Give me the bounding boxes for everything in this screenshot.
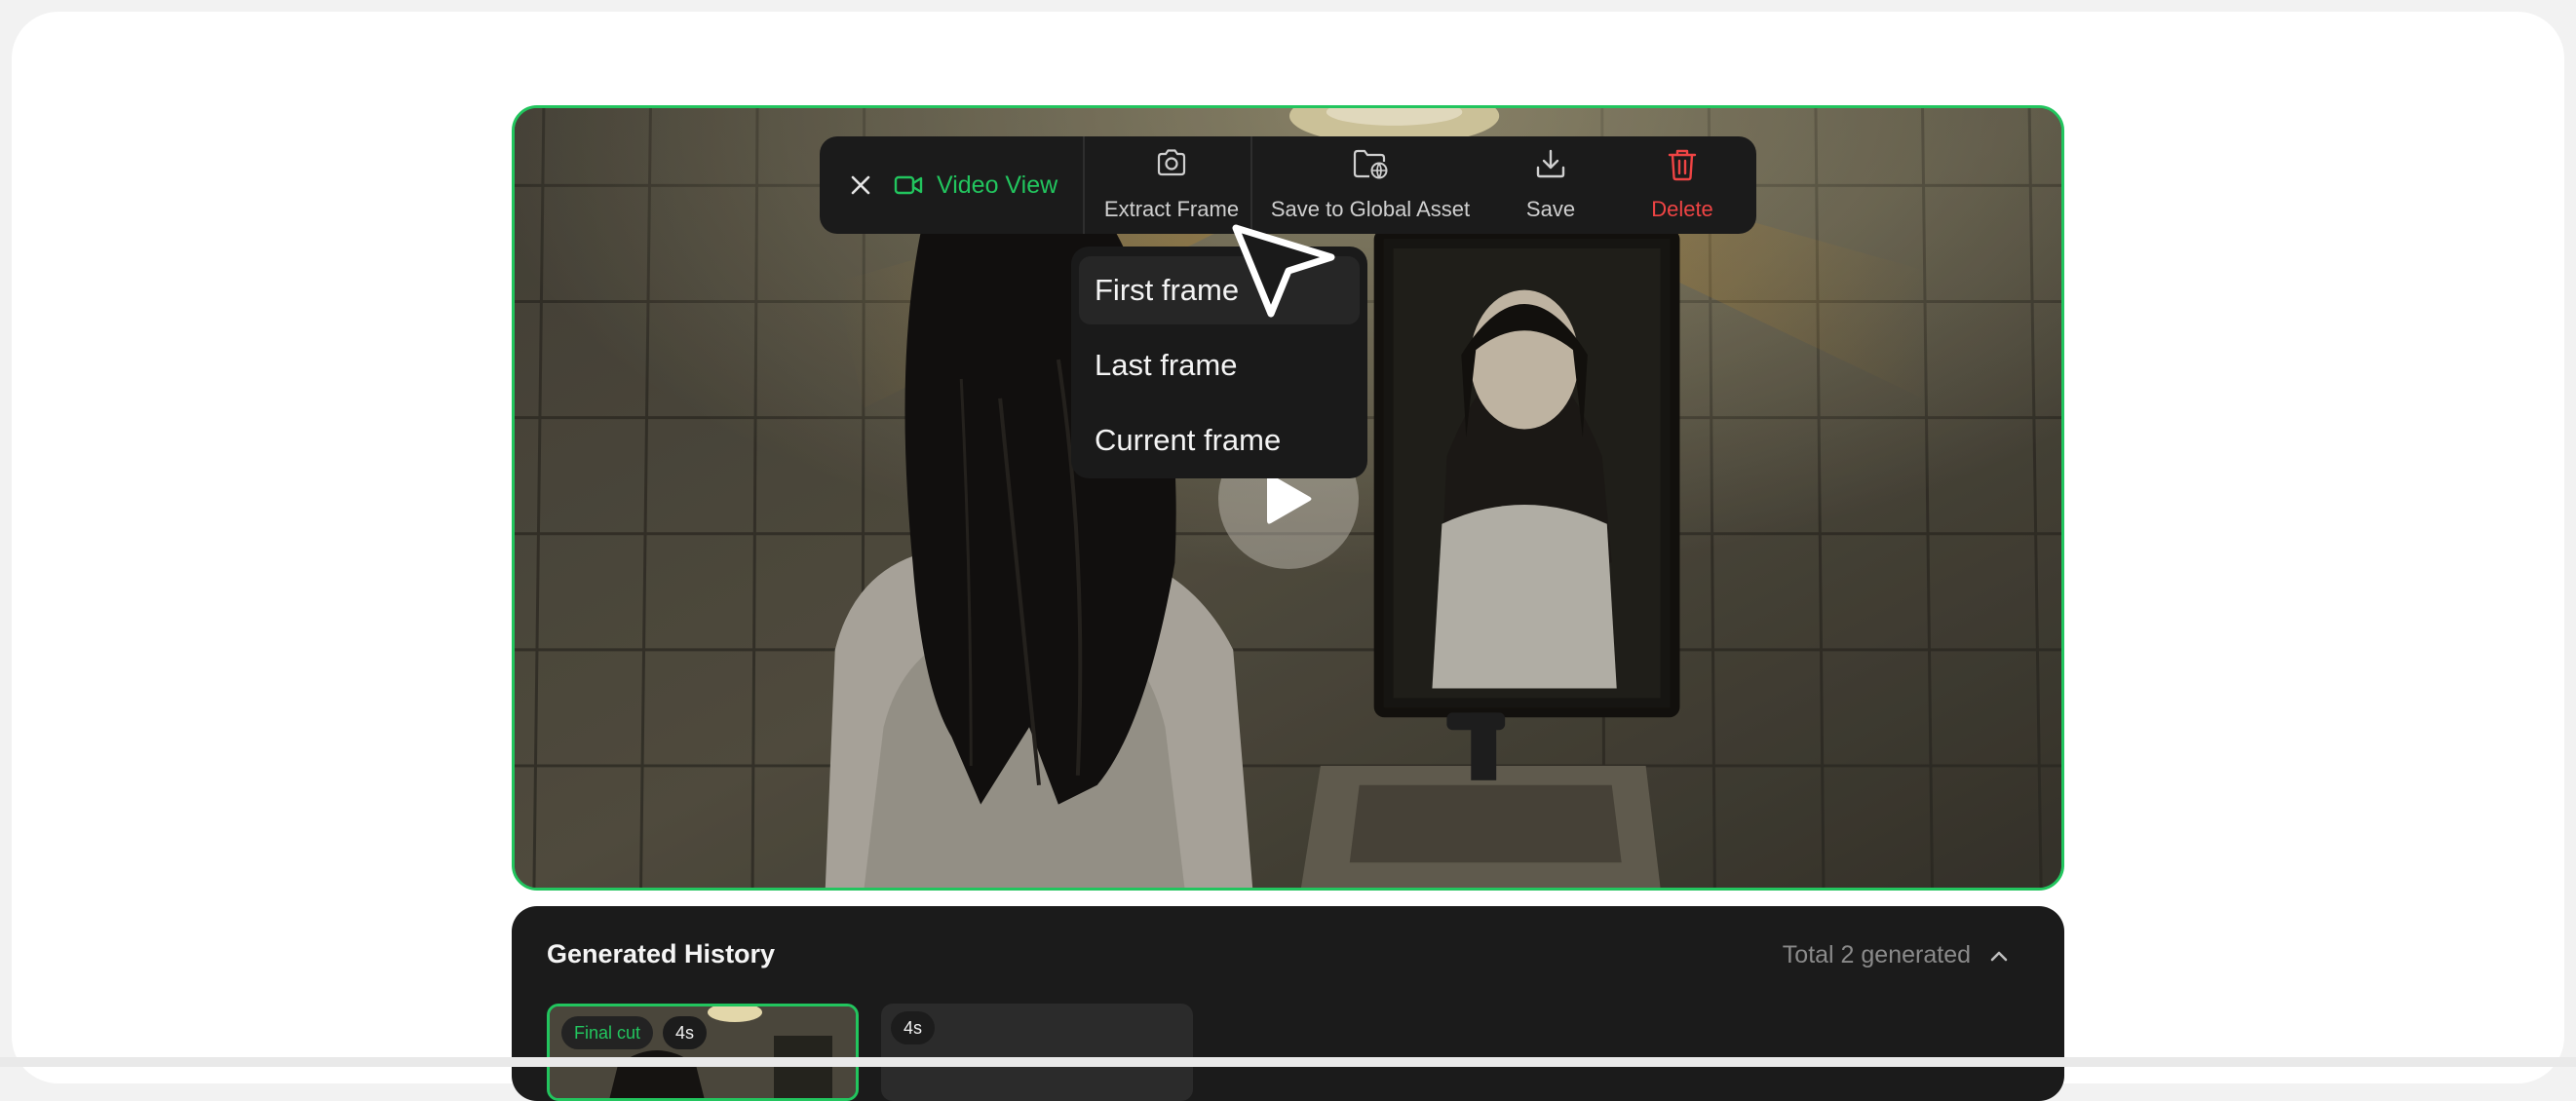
- video-view-label: Video View: [937, 171, 1058, 199]
- save-to-global-asset-label: Save to Global Asset: [1270, 197, 1471, 221]
- toolbar-divider: [1250, 136, 1252, 234]
- save-to-global-asset-button[interactable]: Save to Global Asset: [1268, 148, 1473, 222]
- history-title: Generated History: [547, 939, 776, 968]
- duration-badge: 4s: [663, 1016, 708, 1049]
- save-button[interactable]: Save: [1512, 148, 1590, 222]
- trash-icon: [1668, 149, 1697, 181]
- download-icon: [1536, 149, 1565, 178]
- delete-button[interactable]: Delete: [1638, 148, 1726, 222]
- menu-item-current-frame[interactable]: Current frame: [1079, 406, 1360, 475]
- extract-frame-button[interactable]: Extract Frame: [1102, 148, 1241, 222]
- history-item-final-cut[interactable]: Final cut 4s: [547, 1004, 859, 1101]
- delete-label: Delete: [1651, 197, 1713, 221]
- final-cut-badge: Final cut: [561, 1016, 654, 1049]
- bottom-edge: [0, 1057, 2576, 1067]
- history-total-count: Total 2 generated: [1782, 941, 1971, 968]
- video-view-toggle[interactable]: Video View: [894, 136, 1057, 234]
- history-item[interactable]: 4s: [881, 1004, 1193, 1101]
- menu-item-last-frame[interactable]: Last frame: [1079, 331, 1360, 399]
- play-icon: [1267, 474, 1312, 524]
- folder-globe-icon: [1353, 149, 1388, 179]
- duration-badge: 4s: [891, 1011, 936, 1044]
- generated-history-panel: Generated History Total 2 generated Fina…: [512, 906, 2064, 1101]
- video-camera-icon: [894, 175, 923, 195]
- save-label: Save: [1525, 197, 1576, 221]
- video-toolbar: Video View Extract Frame Save to Global …: [820, 136, 1756, 234]
- close-button[interactable]: [837, 162, 884, 209]
- toolbar-divider: [1083, 136, 1085, 234]
- mouse-pointer-icon: [1232, 224, 1335, 318]
- camera-icon: [1157, 149, 1186, 176]
- close-icon: [851, 175, 870, 195]
- extract-frame-label: Extract Frame: [1103, 197, 1240, 221]
- chevron-up-icon[interactable]: [1984, 941, 2014, 970]
